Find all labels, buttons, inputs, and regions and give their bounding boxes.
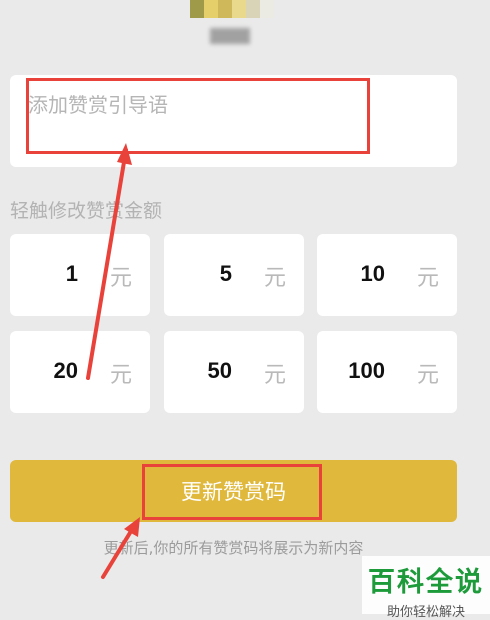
amount-option-10[interactable]: 10 元 <box>317 234 457 316</box>
guide-text-input[interactable]: 添加赞赏引导语 <box>10 75 457 167</box>
amount-unit: 元 <box>416 363 439 388</box>
amount-unit: 元 <box>416 266 439 291</box>
amount-section-label: 轻触修改赞赏金额 <box>10 200 163 222</box>
amount-option-5[interactable]: 5 元 <box>164 234 304 316</box>
amount-unit: 元 <box>109 363 132 388</box>
amount-unit: 元 <box>263 363 286 388</box>
watermark-subtitle: 助你轻松解决 <box>386 605 465 620</box>
amount-value: 20 <box>53 358 78 383</box>
amount-value: 100 <box>348 358 385 383</box>
amount-unit: 元 <box>263 266 286 291</box>
avatar <box>190 0 286 48</box>
amount-option-20[interactable]: 20 元 <box>10 331 150 413</box>
watermark-title: 百科全说 <box>368 567 484 598</box>
amount-value: 5 <box>219 261 232 286</box>
amount-option-50[interactable]: 50 元 <box>164 331 304 413</box>
update-hint-text: 更新后,你的所有赞赏码将展示为新内容 <box>103 539 364 557</box>
watermark-logo: 百科全说 助你轻松解决 <box>362 556 490 620</box>
blurred-name <box>210 28 250 44</box>
amount-option-1[interactable]: 1 元 <box>10 234 150 316</box>
amount-value: 10 <box>360 261 385 286</box>
blurred-avatar-image <box>190 0 274 18</box>
update-reward-code-button[interactable]: 更新赞赏码 <box>10 460 457 522</box>
amount-value: 50 <box>207 358 232 383</box>
guide-text-placeholder: 添加赞赏引导语 <box>28 93 168 117</box>
amount-value: 1 <box>65 261 78 286</box>
amount-option-100[interactable]: 100 元 <box>317 331 457 413</box>
amount-unit: 元 <box>109 266 132 291</box>
